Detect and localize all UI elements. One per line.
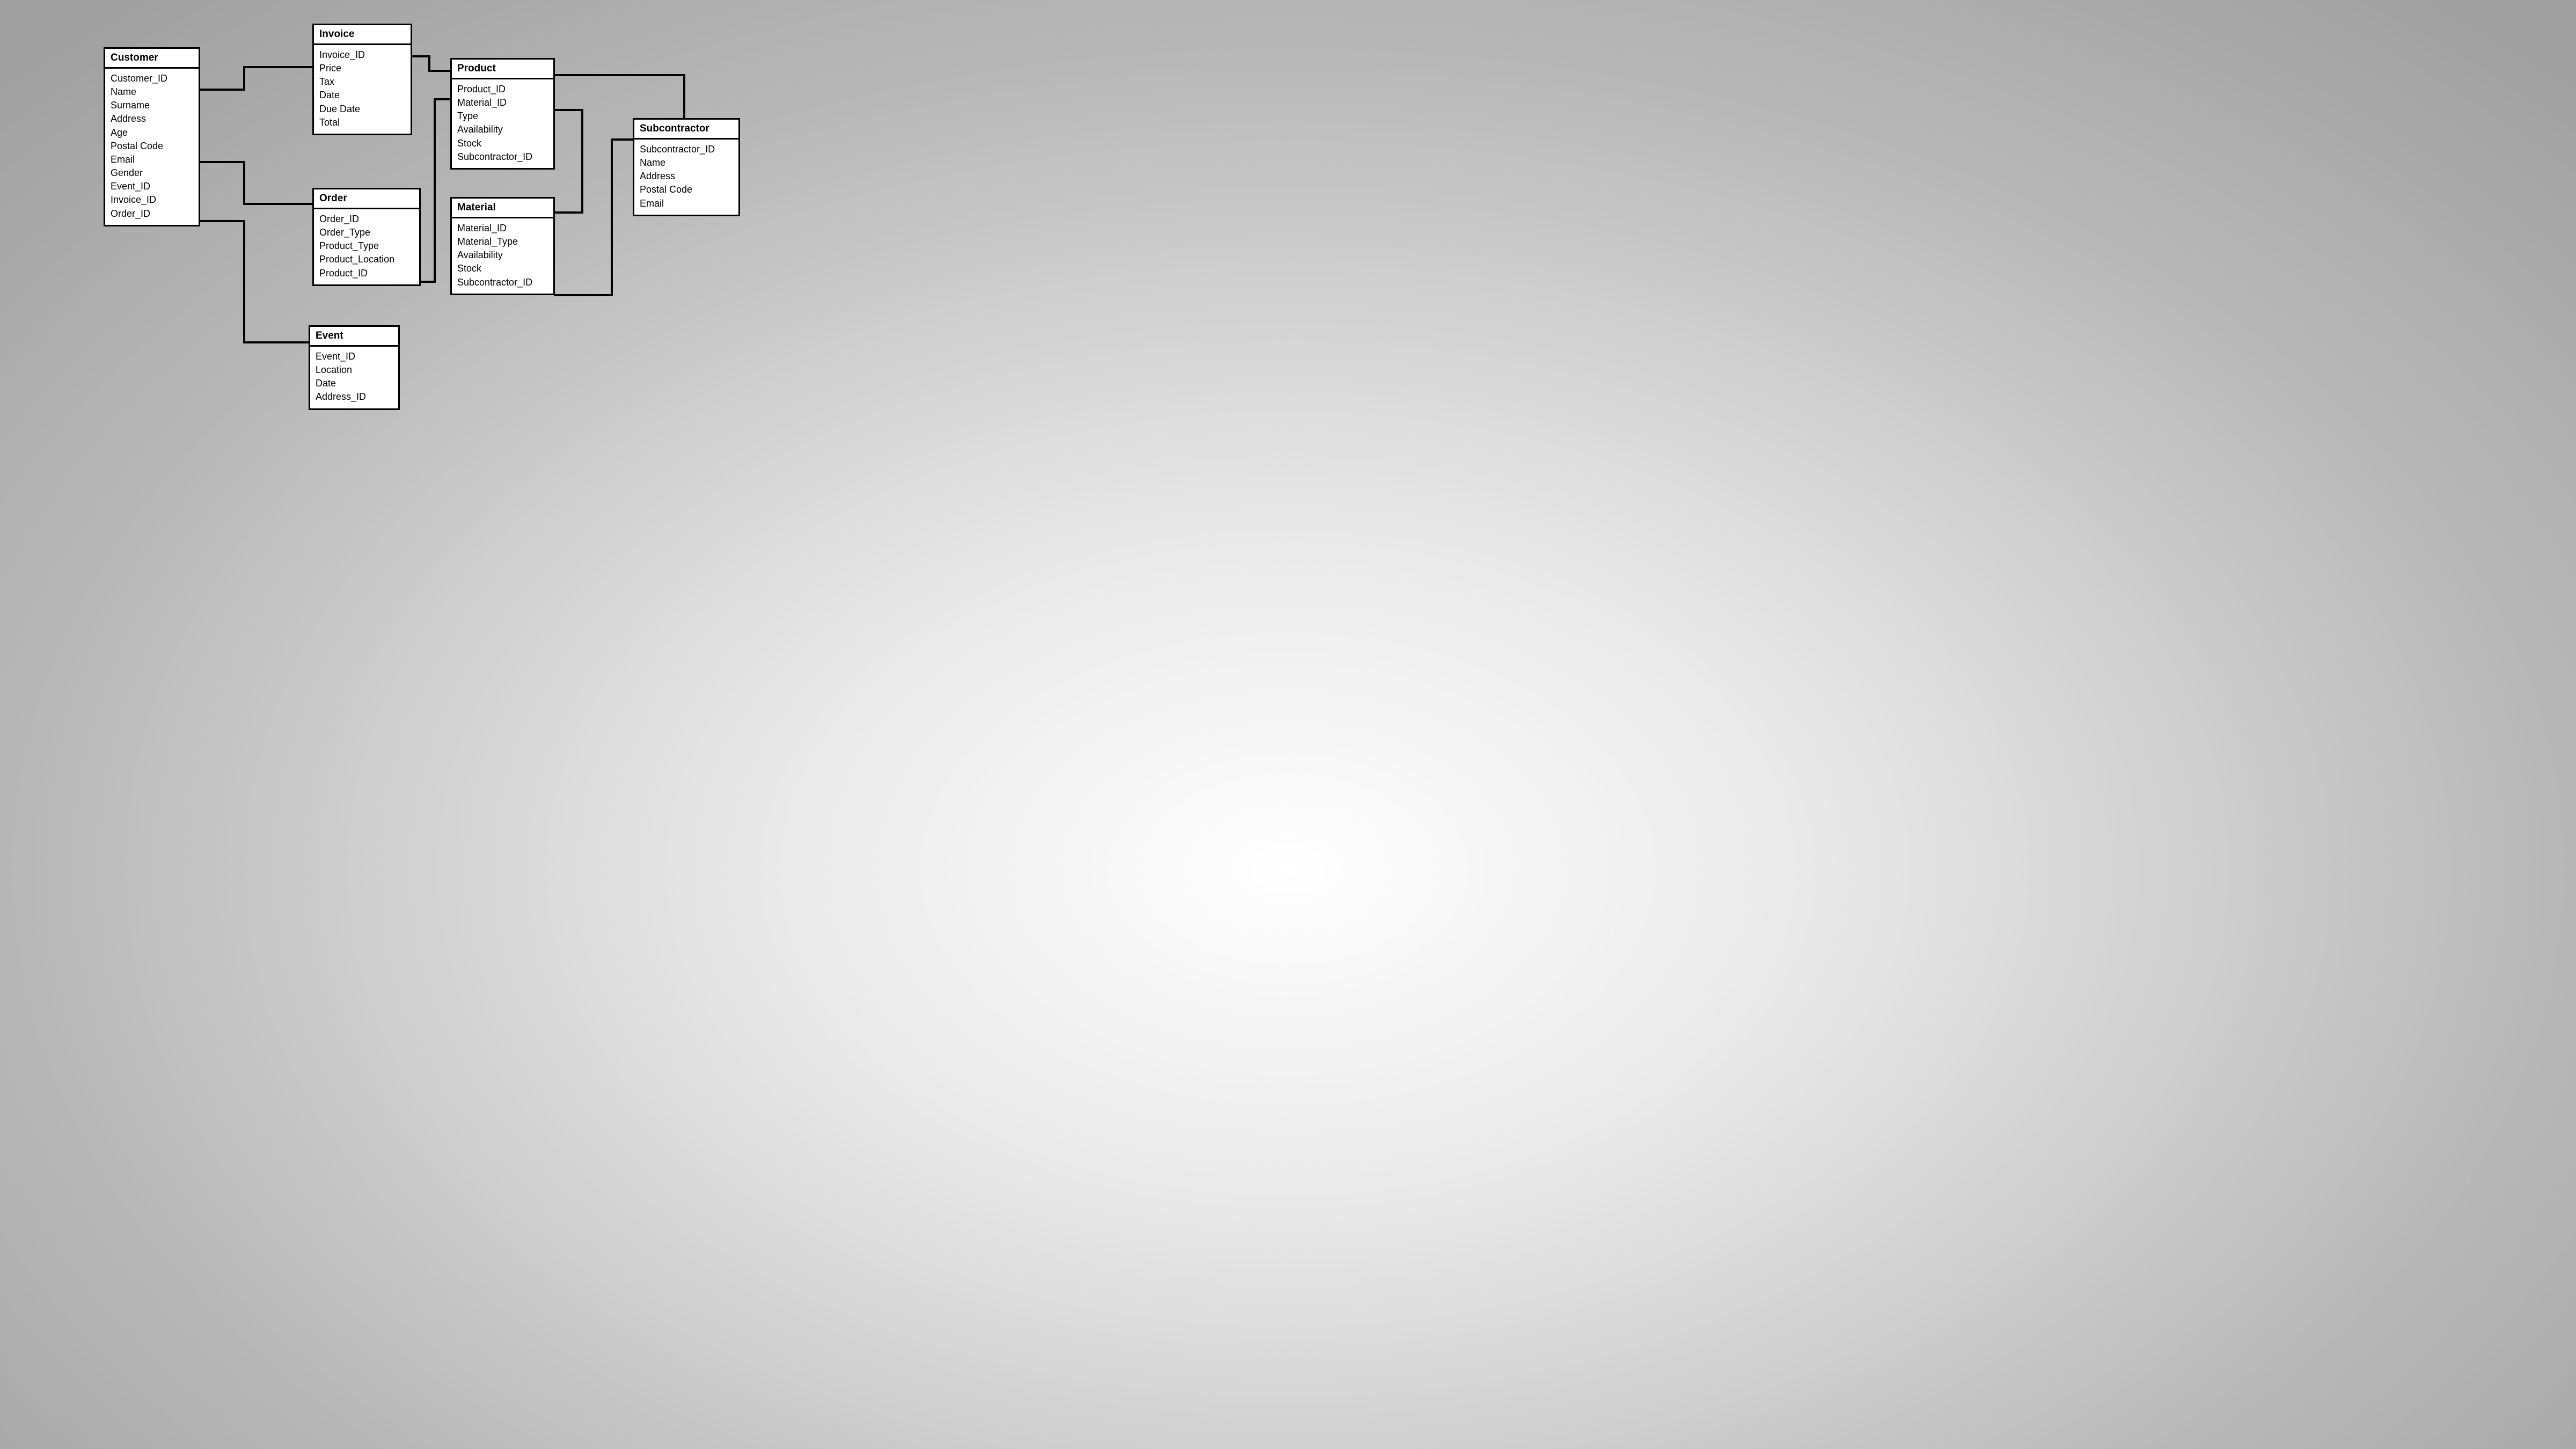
entity-field: Customer_ID (111, 72, 193, 85)
entity-title: Material (452, 199, 553, 218)
entity-field: Event_ID (111, 180, 193, 193)
entity-product: Product Product_ID Material_ID Type Avai… (450, 58, 555, 170)
entity-title: Invoice (314, 25, 411, 45)
entity-title: Customer (105, 49, 199, 69)
entity-title: Product (452, 60, 553, 79)
entity-field: Surname (111, 99, 193, 112)
entity-field: Price (319, 62, 405, 75)
entity-fields: Material_ID Material_Type Availability S… (452, 218, 553, 294)
entity-field: Event_ID (316, 350, 393, 363)
entity-field: Address_ID (316, 390, 393, 404)
entity-field: Product_ID (319, 267, 414, 280)
entity-field: Email (111, 153, 193, 166)
entity-fields: Product_ID Material_ID Type Availability… (452, 79, 553, 168)
entity-field: Email (640, 197, 733, 210)
entity-field: Postal Code (640, 183, 733, 196)
entity-field: Total (319, 116, 405, 129)
entity-field: Availability (457, 248, 548, 262)
entity-field: Name (111, 85, 193, 99)
erd-canvas: Customer Customer_ID Name Surname Addres… (0, 0, 773, 435)
entity-field: Product_Location (319, 253, 414, 266)
entity-field: Subcontractor_ID (640, 143, 733, 156)
entity-field: Order_Type (319, 226, 414, 239)
entity-fields: Subcontractor_ID Name Address Postal Cod… (634, 140, 738, 215)
entity-field: Address (111, 112, 193, 126)
entity-customer: Customer Customer_ID Name Surname Addres… (104, 47, 200, 226)
entity-field: Material_ID (457, 96, 548, 109)
entity-field: Postal Code (111, 140, 193, 153)
entity-fields: Event_ID Location Date Address_ID (310, 347, 398, 408)
entity-field: Invoice_ID (319, 48, 405, 62)
entity-invoice: Invoice Invoice_ID Price Tax Date Due Da… (312, 24, 412, 135)
entity-field: Invoice_ID (111, 193, 193, 207)
entity-fields: Order_ID Order_Type Product_Type Product… (314, 209, 419, 284)
entity-field: Name (640, 156, 733, 170)
entity-field: Date (319, 89, 405, 102)
entity-field: Location (316, 363, 393, 377)
entity-field: Stock (457, 137, 548, 150)
entity-title: Event (310, 327, 398, 347)
entity-field: Date (316, 377, 393, 390)
entity-title: Order (314, 189, 419, 209)
entity-field: Material_ID (457, 222, 548, 235)
entity-field: Stock (457, 262, 548, 275)
entity-subcontractor: Subcontractor Subcontractor_ID Name Addr… (633, 118, 740, 216)
entity-field: Order_ID (111, 207, 193, 221)
entity-field: Tax (319, 75, 405, 89)
entity-field: Age (111, 126, 193, 140)
entity-field: Address (640, 170, 733, 183)
entity-field: Subcontractor_ID (457, 276, 548, 289)
entity-field: Subcontractor_ID (457, 150, 548, 164)
entity-field: Order_ID (319, 213, 414, 226)
entity-material: Material Material_ID Material_Type Avail… (450, 197, 555, 295)
entity-field: Product_ID (457, 83, 548, 96)
entity-field: Type (457, 109, 548, 123)
entity-field: Availability (457, 123, 548, 136)
entity-field: Gender (111, 166, 193, 180)
entity-field: Product_Type (319, 239, 414, 253)
entity-fields: Invoice_ID Price Tax Date Due Date Total (314, 45, 411, 134)
entity-fields: Customer_ID Name Surname Address Age Pos… (105, 69, 199, 225)
entity-order: Order Order_ID Order_Type Product_Type P… (312, 188, 421, 286)
entity-field: Due Date (319, 103, 405, 116)
entity-field: Material_Type (457, 235, 548, 248)
entity-title: Subcontractor (634, 120, 738, 140)
entity-event: Event Event_ID Location Date Address_ID (309, 325, 400, 410)
